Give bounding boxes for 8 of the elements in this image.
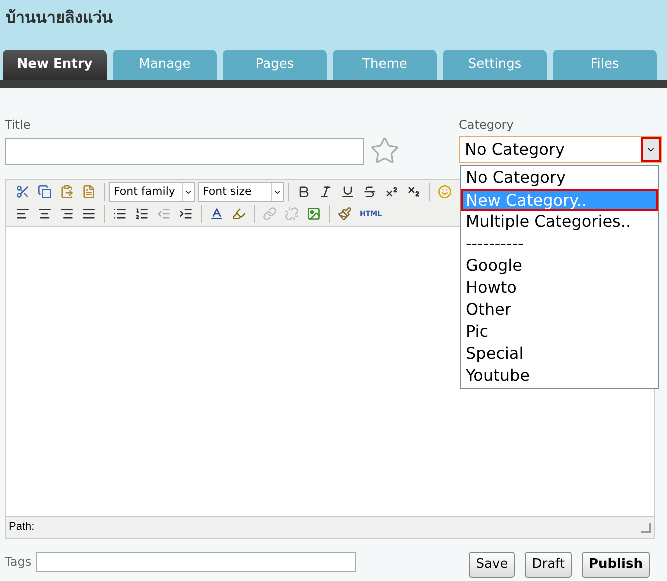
category-label: Category bbox=[459, 117, 515, 132]
site-title: บ้านนายลิงแว่น bbox=[5, 7, 114, 29]
dropdown-value: Font size bbox=[202, 184, 253, 200]
category-value: No Category bbox=[464, 138, 566, 160]
title-label: Title bbox=[5, 117, 32, 132]
dropdown-value: Font family bbox=[113, 184, 176, 200]
tags-label: Tags bbox=[5, 554, 32, 571]
path-label: Path: bbox=[9, 520, 35, 536]
